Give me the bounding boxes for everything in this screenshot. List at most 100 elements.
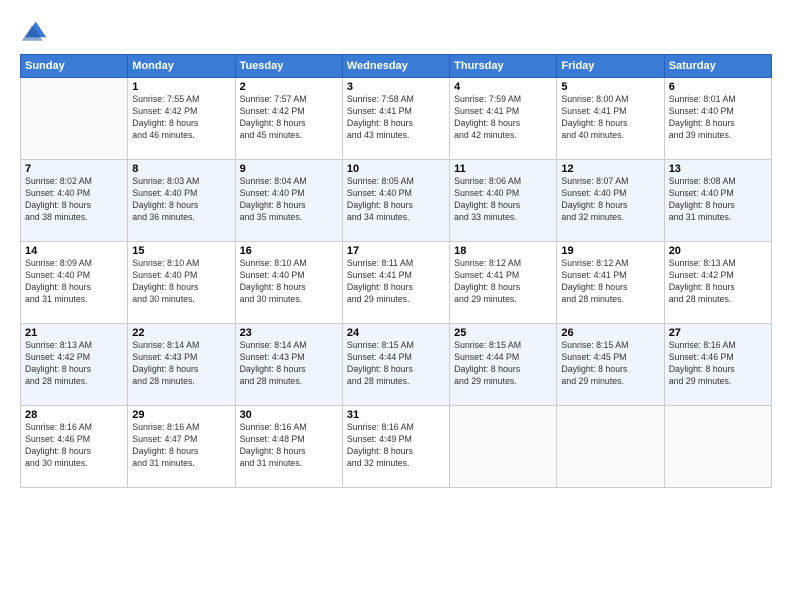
day-info: Sunrise: 8:12 AM Sunset: 4:41 PM Dayligh…: [454, 258, 552, 306]
calendar-cell: 25Sunrise: 8:15 AM Sunset: 4:44 PM Dayli…: [450, 324, 557, 406]
calendar-week-row: 7Sunrise: 8:02 AM Sunset: 4:40 PM Daylig…: [21, 160, 772, 242]
day-info: Sunrise: 8:16 AM Sunset: 4:48 PM Dayligh…: [240, 422, 338, 470]
weekday-header: Tuesday: [235, 55, 342, 78]
header: [20, 18, 772, 46]
calendar-cell: 2Sunrise: 7:57 AM Sunset: 4:42 PM Daylig…: [235, 78, 342, 160]
day-number: 24: [347, 327, 445, 339]
day-info: Sunrise: 8:15 AM Sunset: 4:44 PM Dayligh…: [454, 340, 552, 388]
calendar-cell: [21, 78, 128, 160]
calendar-cell: [557, 406, 664, 488]
day-info: Sunrise: 8:05 AM Sunset: 4:40 PM Dayligh…: [347, 176, 445, 224]
day-info: Sunrise: 7:57 AM Sunset: 4:42 PM Dayligh…: [240, 94, 338, 142]
day-info: Sunrise: 8:03 AM Sunset: 4:40 PM Dayligh…: [132, 176, 230, 224]
calendar-cell: 11Sunrise: 8:06 AM Sunset: 4:40 PM Dayli…: [450, 160, 557, 242]
day-number: 19: [561, 245, 659, 257]
day-number: 11: [454, 163, 552, 175]
day-number: 12: [561, 163, 659, 175]
day-number: 27: [669, 327, 767, 339]
day-number: 7: [25, 163, 123, 175]
day-info: Sunrise: 8:16 AM Sunset: 4:46 PM Dayligh…: [25, 422, 123, 470]
calendar-cell: 7Sunrise: 8:02 AM Sunset: 4:40 PM Daylig…: [21, 160, 128, 242]
day-info: Sunrise: 8:07 AM Sunset: 4:40 PM Dayligh…: [561, 176, 659, 224]
calendar-cell: 15Sunrise: 8:10 AM Sunset: 4:40 PM Dayli…: [128, 242, 235, 324]
weekday-header: Friday: [557, 55, 664, 78]
weekday-header: Sunday: [21, 55, 128, 78]
day-info: Sunrise: 8:00 AM Sunset: 4:41 PM Dayligh…: [561, 94, 659, 142]
day-info: Sunrise: 8:12 AM Sunset: 4:41 PM Dayligh…: [561, 258, 659, 306]
day-info: Sunrise: 7:58 AM Sunset: 4:41 PM Dayligh…: [347, 94, 445, 142]
calendar-cell: 29Sunrise: 8:16 AM Sunset: 4:47 PM Dayli…: [128, 406, 235, 488]
logo-icon: [20, 18, 48, 46]
day-info: Sunrise: 8:15 AM Sunset: 4:44 PM Dayligh…: [347, 340, 445, 388]
day-number: 22: [132, 327, 230, 339]
day-info: Sunrise: 8:11 AM Sunset: 4:41 PM Dayligh…: [347, 258, 445, 306]
weekday-header: Monday: [128, 55, 235, 78]
calendar-cell: [450, 406, 557, 488]
calendar-cell: 19Sunrise: 8:12 AM Sunset: 4:41 PM Dayli…: [557, 242, 664, 324]
day-number: 31: [347, 409, 445, 421]
day-info: Sunrise: 8:01 AM Sunset: 4:40 PM Dayligh…: [669, 94, 767, 142]
day-number: 16: [240, 245, 338, 257]
calendar-week-row: 21Sunrise: 8:13 AM Sunset: 4:42 PM Dayli…: [21, 324, 772, 406]
day-info: Sunrise: 8:04 AM Sunset: 4:40 PM Dayligh…: [240, 176, 338, 224]
calendar-cell: 3Sunrise: 7:58 AM Sunset: 4:41 PM Daylig…: [342, 78, 449, 160]
day-info: Sunrise: 8:16 AM Sunset: 4:47 PM Dayligh…: [132, 422, 230, 470]
calendar-cell: 16Sunrise: 8:10 AM Sunset: 4:40 PM Dayli…: [235, 242, 342, 324]
calendar-cell: 8Sunrise: 8:03 AM Sunset: 4:40 PM Daylig…: [128, 160, 235, 242]
calendar-cell: 31Sunrise: 8:16 AM Sunset: 4:49 PM Dayli…: [342, 406, 449, 488]
day-info: Sunrise: 8:08 AM Sunset: 4:40 PM Dayligh…: [669, 176, 767, 224]
day-number: 5: [561, 81, 659, 93]
day-number: 3: [347, 81, 445, 93]
logo: [20, 18, 52, 46]
calendar-cell: 20Sunrise: 8:13 AM Sunset: 4:42 PM Dayli…: [664, 242, 771, 324]
day-info: Sunrise: 8:10 AM Sunset: 4:40 PM Dayligh…: [240, 258, 338, 306]
day-info: Sunrise: 8:09 AM Sunset: 4:40 PM Dayligh…: [25, 258, 123, 306]
calendar-cell: 24Sunrise: 8:15 AM Sunset: 4:44 PM Dayli…: [342, 324, 449, 406]
day-info: Sunrise: 8:10 AM Sunset: 4:40 PM Dayligh…: [132, 258, 230, 306]
day-number: 28: [25, 409, 123, 421]
day-info: Sunrise: 8:02 AM Sunset: 4:40 PM Dayligh…: [25, 176, 123, 224]
calendar-cell: 22Sunrise: 8:14 AM Sunset: 4:43 PM Dayli…: [128, 324, 235, 406]
calendar-cell: 9Sunrise: 8:04 AM Sunset: 4:40 PM Daylig…: [235, 160, 342, 242]
day-info: Sunrise: 8:15 AM Sunset: 4:45 PM Dayligh…: [561, 340, 659, 388]
calendar-week-row: 28Sunrise: 8:16 AM Sunset: 4:46 PM Dayli…: [21, 406, 772, 488]
day-number: 26: [561, 327, 659, 339]
calendar-week-row: 1Sunrise: 7:55 AM Sunset: 4:42 PM Daylig…: [21, 78, 772, 160]
calendar-cell: 26Sunrise: 8:15 AM Sunset: 4:45 PM Dayli…: [557, 324, 664, 406]
calendar-cell: 28Sunrise: 8:16 AM Sunset: 4:46 PM Dayli…: [21, 406, 128, 488]
calendar-cell: 18Sunrise: 8:12 AM Sunset: 4:41 PM Dayli…: [450, 242, 557, 324]
calendar-cell: 21Sunrise: 8:13 AM Sunset: 4:42 PM Dayli…: [21, 324, 128, 406]
day-number: 13: [669, 163, 767, 175]
calendar-cell: [664, 406, 771, 488]
day-info: Sunrise: 8:16 AM Sunset: 4:49 PM Dayligh…: [347, 422, 445, 470]
day-number: 1: [132, 81, 230, 93]
calendar-cell: 14Sunrise: 8:09 AM Sunset: 4:40 PM Dayli…: [21, 242, 128, 324]
day-info: Sunrise: 8:14 AM Sunset: 4:43 PM Dayligh…: [132, 340, 230, 388]
calendar-table: SundayMondayTuesdayWednesdayThursdayFrid…: [20, 54, 772, 488]
day-info: Sunrise: 8:16 AM Sunset: 4:46 PM Dayligh…: [669, 340, 767, 388]
day-number: 10: [347, 163, 445, 175]
weekday-header: Thursday: [450, 55, 557, 78]
day-number: 4: [454, 81, 552, 93]
calendar-page: SundayMondayTuesdayWednesdayThursdayFrid…: [0, 0, 792, 612]
day-info: Sunrise: 8:13 AM Sunset: 4:42 PM Dayligh…: [25, 340, 123, 388]
day-info: Sunrise: 8:14 AM Sunset: 4:43 PM Dayligh…: [240, 340, 338, 388]
calendar-cell: 10Sunrise: 8:05 AM Sunset: 4:40 PM Dayli…: [342, 160, 449, 242]
day-info: Sunrise: 8:06 AM Sunset: 4:40 PM Dayligh…: [454, 176, 552, 224]
calendar-cell: 6Sunrise: 8:01 AM Sunset: 4:40 PM Daylig…: [664, 78, 771, 160]
calendar-cell: 12Sunrise: 8:07 AM Sunset: 4:40 PM Dayli…: [557, 160, 664, 242]
calendar-cell: 30Sunrise: 8:16 AM Sunset: 4:48 PM Dayli…: [235, 406, 342, 488]
calendar-cell: 27Sunrise: 8:16 AM Sunset: 4:46 PM Dayli…: [664, 324, 771, 406]
calendar-cell: 4Sunrise: 7:59 AM Sunset: 4:41 PM Daylig…: [450, 78, 557, 160]
calendar-cell: 1Sunrise: 7:55 AM Sunset: 4:42 PM Daylig…: [128, 78, 235, 160]
weekday-header-row: SundayMondayTuesdayWednesdayThursdayFrid…: [21, 55, 772, 78]
day-number: 6: [669, 81, 767, 93]
day-number: 29: [132, 409, 230, 421]
calendar-cell: 5Sunrise: 8:00 AM Sunset: 4:41 PM Daylig…: [557, 78, 664, 160]
day-number: 2: [240, 81, 338, 93]
day-info: Sunrise: 7:55 AM Sunset: 4:42 PM Dayligh…: [132, 94, 230, 142]
day-number: 21: [25, 327, 123, 339]
day-number: 18: [454, 245, 552, 257]
day-number: 20: [669, 245, 767, 257]
day-info: Sunrise: 7:59 AM Sunset: 4:41 PM Dayligh…: [454, 94, 552, 142]
